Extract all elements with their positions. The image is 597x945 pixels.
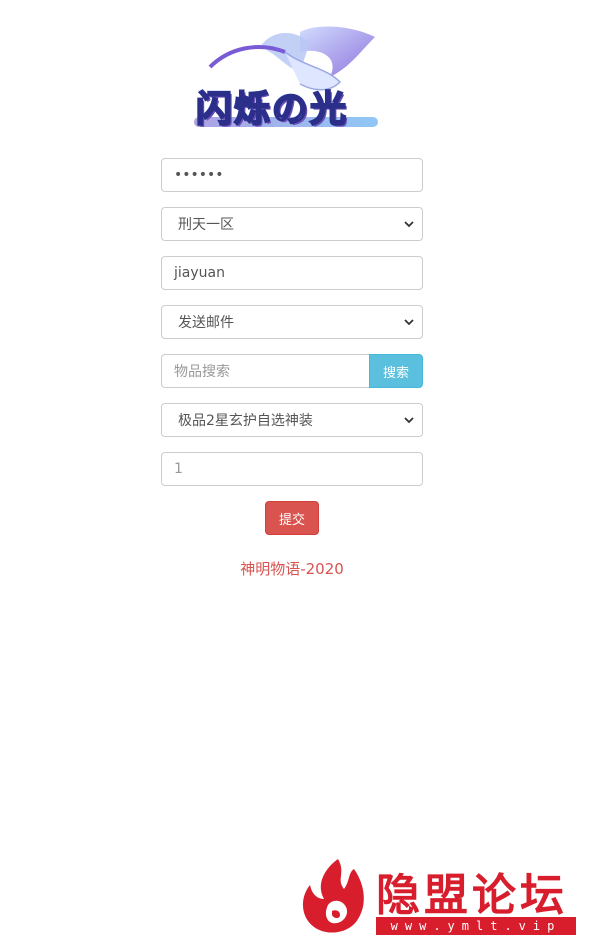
quantity-field[interactable]: 1 — [161, 452, 423, 486]
watermark-title: 隐盟论坛 — [376, 870, 568, 921]
item-select-value: 极品2星玄护自选神装 — [178, 413, 313, 429]
item-select[interactable]: 极品2星玄护自选神装 — [161, 403, 423, 437]
item-search-input[interactable]: 物品搜索 — [161, 354, 369, 388]
page: 闪烁の光 •••••• 刑天一区 jiayuan 发送邮件 物品搜索 搜索 极品… — [0, 0, 597, 945]
action-select-value: 发送邮件 — [178, 315, 234, 331]
game-logo: 闪烁の光 — [190, 22, 382, 134]
submit-button[interactable]: 提交 — [265, 501, 319, 535]
item-search-group: 物品搜索 搜索 — [161, 354, 423, 388]
submit-button-label: 提交 — [278, 512, 305, 528]
server-select-value: 刑天一区 — [178, 217, 234, 233]
role-name-field[interactable]: jiayuan — [161, 256, 423, 290]
chevron-down-icon — [404, 319, 414, 326]
password-field[interactable]: •••••• — [161, 158, 423, 192]
footer-text: 神明物语-2020 — [240, 560, 344, 578]
chevron-down-icon — [404, 221, 414, 228]
logo-title-text: 闪烁の光 — [195, 87, 349, 131]
watermark-url: www.ymlt.vip — [376, 917, 576, 935]
chevron-down-icon — [404, 417, 414, 424]
role-name-value: jiayuan — [174, 265, 225, 281]
flame-logo-icon — [302, 859, 364, 933]
search-button-label: 搜索 — [382, 365, 409, 381]
watermark: 隐盟论坛 www.ymlt.vip — [298, 855, 588, 939]
password-value: •••••• — [174, 167, 224, 183]
server-select[interactable]: 刑天一区 — [161, 207, 423, 241]
search-button[interactable]: 搜索 — [369, 354, 423, 388]
item-search-placeholder: 物品搜索 — [174, 364, 230, 380]
action-select[interactable]: 发送邮件 — [161, 305, 423, 339]
quantity-placeholder: 1 — [174, 461, 183, 477]
